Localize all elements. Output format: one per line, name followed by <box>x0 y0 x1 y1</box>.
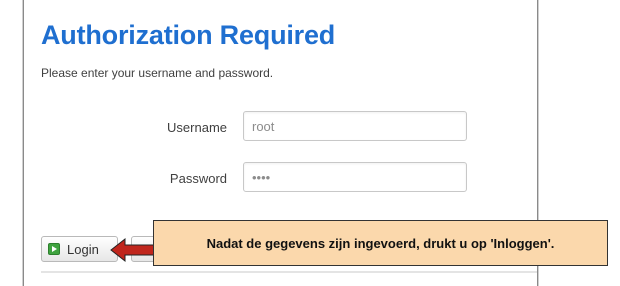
annotation-callout: Nadat de gegevens zijn ingevoerd, drukt … <box>153 220 608 266</box>
username-field[interactable] <box>243 111 467 141</box>
annotation-text: Nadat de gegevens zijn ingevoerd, drukt … <box>206 235 555 251</box>
password-label: Password <box>169 171 227 186</box>
login-button[interactable]: Login <box>41 236 118 262</box>
divider <box>41 271 537 273</box>
page-subtitle: Please enter your username and password. <box>41 66 274 80</box>
username-label: Username <box>167 120 227 135</box>
login-button-label: Login <box>67 241 99 257</box>
page-title: Authorization Required <box>41 20 336 50</box>
password-field[interactable] <box>243 162 467 192</box>
login-icon <box>48 243 60 255</box>
